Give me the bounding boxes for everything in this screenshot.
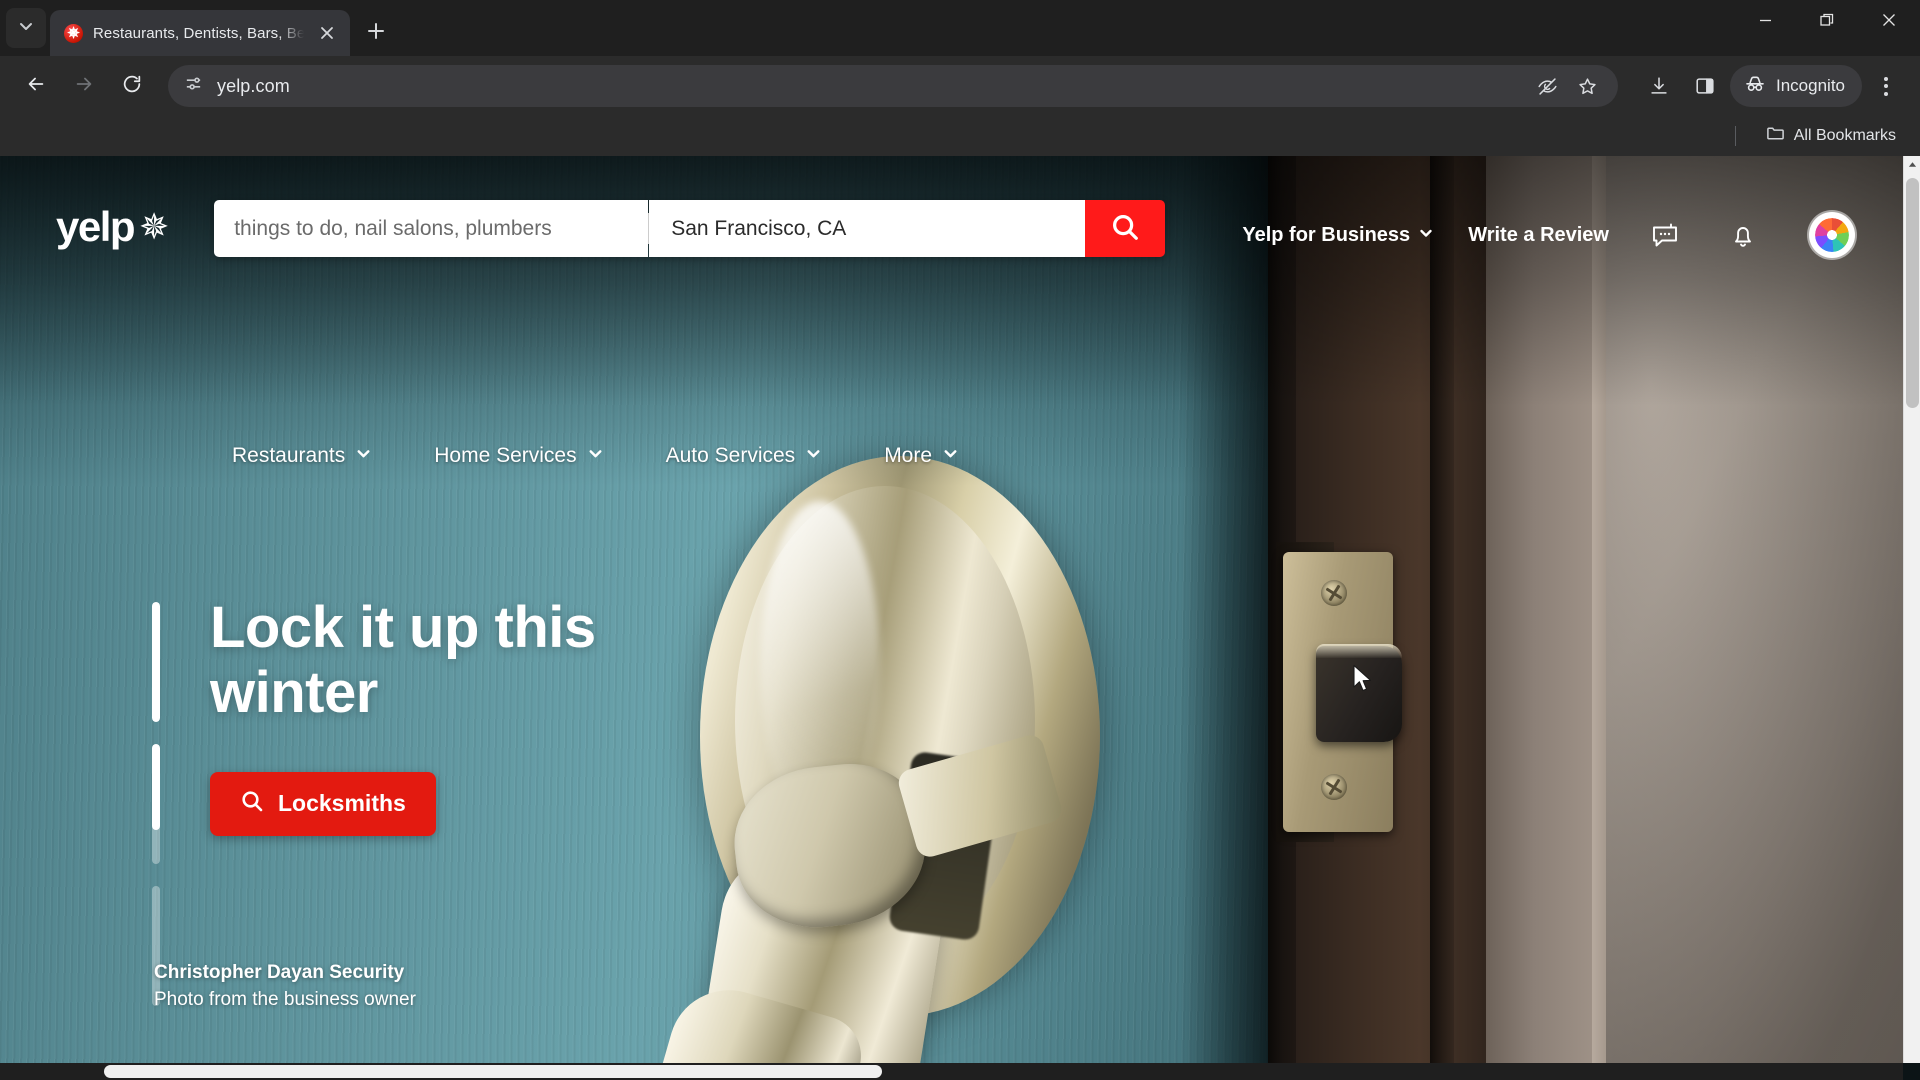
toolbar-right-actions: Incognito (1638, 65, 1906, 107)
screw-top (1321, 580, 1347, 606)
tab-title: Restaurants, Dentists, Bars, Beau (93, 24, 304, 42)
search-input[interactable] (214, 200, 649, 257)
browser-toolbar: yelp.com Incognito (0, 56, 1920, 116)
carousel-slide-indicator-2[interactable] (152, 744, 160, 864)
forward-button[interactable] (62, 64, 106, 108)
yelp-logo[interactable]: yelp ✵ (56, 206, 169, 248)
close-icon[interactable] (314, 20, 340, 46)
category-label: Home Services (434, 444, 577, 467)
horizontal-scrollbar-thumb[interactable] (104, 1065, 882, 1078)
three-dots-icon[interactable] (1866, 65, 1906, 107)
category-label: More (884, 444, 933, 467)
browser-window: ✵ Restaurants, Dentists, Bars, Beau yelp… (0, 0, 1920, 1080)
carousel-progress-bars (152, 602, 160, 1006)
scroll-up-arrow-icon[interactable] (1904, 156, 1920, 173)
messages-icon[interactable] (1643, 213, 1687, 257)
chevron-down-icon (942, 444, 959, 468)
category-nav: Restaurants Home Services Auto Services … (232, 444, 959, 468)
close-window-button[interactable] (1858, 0, 1920, 40)
bookmarks-bar: All Bookmarks (0, 116, 1920, 156)
hero-headline-line1: Lock it up this (210, 595, 596, 660)
all-bookmarks-button[interactable]: All Bookmarks (1758, 119, 1904, 153)
category-more[interactable]: More (884, 444, 959, 468)
search-bar (214, 200, 1166, 257)
maximize-restore-button[interactable] (1796, 0, 1858, 40)
chevron-down-icon (355, 444, 372, 468)
user-avatar[interactable] (1809, 212, 1855, 258)
browser-tab[interactable]: ✵ Restaurants, Dentists, Bars, Beau (50, 10, 350, 56)
hero-banner: yelp ✵ Yelp for Business (0, 156, 1903, 1063)
vertical-scrollbar-thumb[interactable] (1906, 178, 1919, 408)
yelp-for-business-label: Yelp for Business (1242, 223, 1411, 246)
search-icon (1110, 212, 1140, 245)
category-restaurants[interactable]: Restaurants (232, 444, 372, 468)
arrow-right-icon (73, 73, 95, 100)
reload-button[interactable] (110, 64, 154, 108)
location-input[interactable] (649, 200, 1086, 257)
tab-strip: ✵ Restaurants, Dentists, Bars, Beau (0, 0, 1920, 56)
eye-slash-icon[interactable] (1530, 69, 1564, 103)
latch-bolt (1316, 646, 1402, 742)
yelp-burst-icon: ✵ (64, 23, 83, 43)
chevron-down-icon (587, 444, 604, 468)
cta-label: Locksmiths (278, 790, 406, 817)
incognito-label: Incognito (1776, 76, 1845, 95)
star-icon[interactable] (1570, 69, 1604, 103)
yelp-for-business-link[interactable]: Yelp for Business (1242, 224, 1434, 247)
horizontal-scrollbar[interactable] (0, 1063, 1903, 1080)
incognito-hat-icon (1743, 72, 1767, 101)
omnibox-actions (1530, 69, 1604, 103)
chevron-down-icon (1418, 224, 1434, 247)
search-submit-button[interactable] (1085, 200, 1166, 257)
download-icon[interactable] (1638, 65, 1680, 107)
hero-copy: Lock it up this winter Locksmiths (210, 595, 770, 836)
window-controls (1734, 0, 1920, 56)
locksmiths-cta-button[interactable]: Locksmiths (210, 771, 436, 836)
chevron-down-icon (805, 444, 822, 468)
side-panel-icon[interactable] (1684, 65, 1726, 107)
notifications-bell-icon[interactable] (1721, 213, 1765, 257)
screw-bottom (1321, 774, 1347, 800)
latch-bolt-highlight (1316, 644, 1402, 658)
tab-search-button[interactable] (6, 8, 46, 48)
photo-credit-business[interactable]: Christopher Dayan Security (154, 962, 416, 984)
write-a-review-link[interactable]: Write a Review (1468, 224, 1609, 247)
category-home-services[interactable]: Home Services (434, 444, 603, 468)
vertical-scrollbar[interactable] (1903, 156, 1920, 1063)
photo-credit-caption: Photo from the business owner (154, 989, 416, 1010)
incognito-indicator[interactable]: Incognito (1730, 65, 1862, 107)
avatar-graphic (1815, 218, 1849, 252)
divider (1734, 126, 1736, 146)
plus-icon (367, 22, 385, 45)
category-auto-services[interactable]: Auto Services (666, 444, 823, 468)
category-label: Restaurants (232, 444, 346, 467)
logo-wordmark: yelp (56, 203, 136, 250)
tune-icon[interactable] (184, 74, 203, 98)
reload-icon (121, 73, 143, 100)
folder-icon (1766, 124, 1785, 148)
chevron-down-icon (18, 18, 34, 39)
yelp-burst-icon: ✵ (139, 206, 170, 247)
all-bookmarks-label: All Bookmarks (1793, 127, 1896, 144)
new-tab-button[interactable] (358, 15, 394, 51)
address-bar[interactable]: yelp.com (168, 65, 1618, 107)
carousel-slide-indicator-1[interactable] (152, 602, 160, 722)
hero-headline-line2: winter (210, 659, 378, 725)
site-header: yelp ✵ Yelp for Business (0, 156, 1903, 306)
photo-credit: Christopher Dayan Security Photo from th… (154, 962, 416, 1011)
header-nav: Yelp for Business Write a Review (1242, 212, 1855, 258)
category-label: Auto Services (665, 444, 796, 467)
minimize-button[interactable] (1734, 0, 1796, 40)
url-text: yelp.com (217, 75, 290, 96)
arrow-left-icon (25, 73, 47, 100)
write-a-review-label: Write a Review (1468, 223, 1609, 246)
back-button[interactable] (14, 64, 58, 108)
search-icon (240, 789, 264, 819)
page-viewport: yelp ✵ Yelp for Business (0, 156, 1920, 1080)
